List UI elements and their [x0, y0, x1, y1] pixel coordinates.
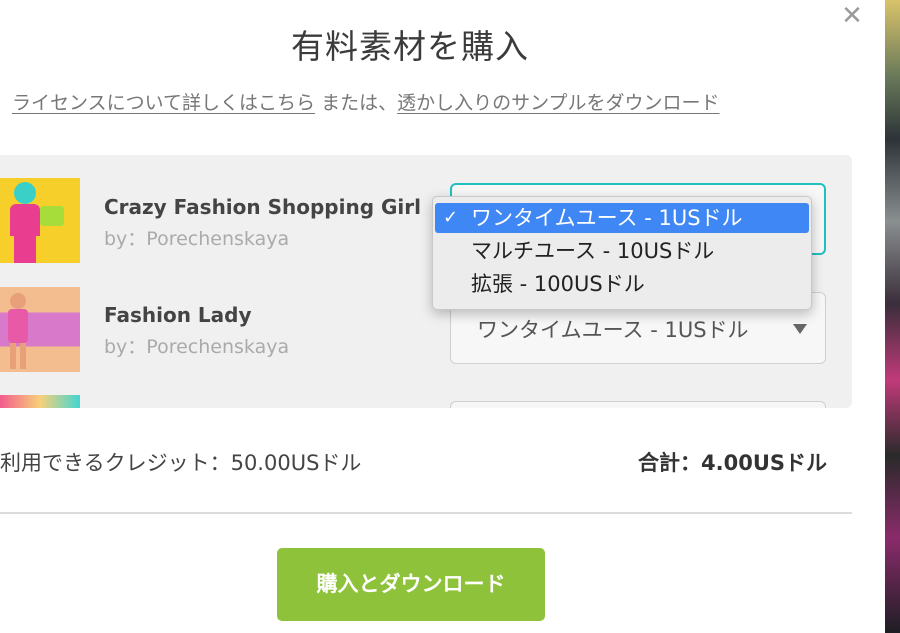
dropdown-option-extended[interactable]: 拡張 - 100USドル — [435, 269, 809, 299]
purchase-download-button[interactable]: 購入とダウンロード — [277, 548, 545, 621]
item-thumbnail — [0, 395, 80, 408]
divider — [0, 512, 852, 514]
license-line: ライセンスについて詳しくはこちら または、透かし入りのサンプルをダウンロード — [12, 88, 720, 115]
item-name: Fashion Lady — [104, 303, 252, 327]
caret-down-icon — [793, 324, 807, 334]
item-thumbnail — [0, 178, 80, 263]
item-name: Crazy Fashion Shopping Girl — [104, 195, 421, 219]
dialog-title: 有料素材を購入 — [291, 27, 529, 66]
watermark-sample-link[interactable]: 透かし入りのサンプルをダウンロード — [397, 92, 719, 114]
license-info-link[interactable]: ライセンスについて詳しくはこちら — [12, 92, 315, 114]
background-page-strip — [885, 0, 900, 633]
checkmark-icon: ✓ — [443, 207, 459, 228]
order-total: 合計：4.00USドル — [638, 451, 827, 475]
option-label: マルチユース - 10USドル — [471, 239, 715, 263]
item-author: by：Porechenskaya — [104, 336, 290, 358]
or-text: または、 — [315, 92, 398, 114]
close-icon[interactable]: ✕ — [838, 2, 866, 30]
item-author: by：Porechenskaya — [104, 228, 290, 250]
option-label: 拡張 - 100USドル — [471, 272, 645, 296]
select-value: ワンタイムユース - 1USドル — [477, 318, 749, 342]
license-select-3[interactable] — [450, 401, 826, 408]
option-label: ワンタイムユース - 1USドル — [471, 206, 743, 230]
dropdown-option-one-time[interactable]: ✓ ワンタイムユース - 1USドル — [435, 203, 809, 233]
dropdown-option-multi[interactable]: マルチユース - 10USドル — [435, 236, 809, 266]
license-dropdown-menu: ✓ ワンタイムユース - 1USドル マルチユース - 10USドル 拡張 - … — [432, 196, 812, 310]
item-thumbnail — [0, 287, 80, 372]
available-credits: 利用できるクレジット：50.00USドル — [0, 451, 362, 475]
